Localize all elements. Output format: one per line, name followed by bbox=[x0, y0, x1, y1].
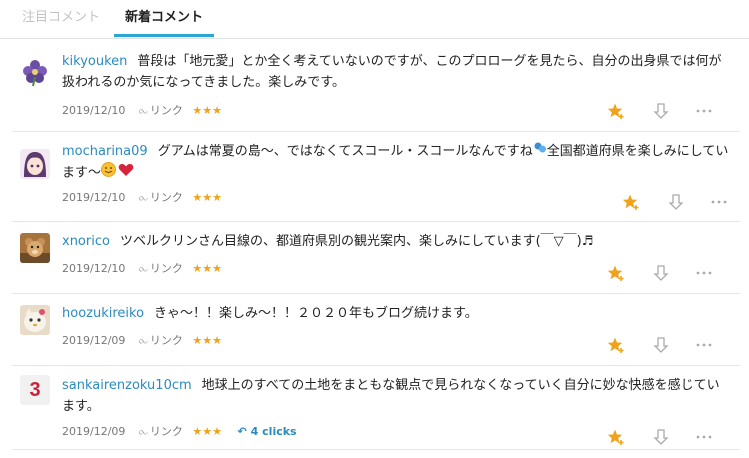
add-star-button[interactable] bbox=[606, 263, 626, 283]
more-icon bbox=[696, 435, 712, 439]
anime-girl-avatar[interactable] bbox=[20, 149, 50, 179]
comment-username[interactable]: mocharina09 bbox=[62, 144, 148, 159]
add-star-button[interactable] bbox=[621, 192, 641, 212]
flower-icon bbox=[20, 57, 50, 87]
more-icon bbox=[696, 271, 712, 275]
tab-featured-comments[interactable]: 注目コメント bbox=[22, 0, 100, 36]
more-icon bbox=[696, 109, 712, 113]
comment-username[interactable]: hoozukireiko bbox=[62, 306, 144, 321]
star-rating: ★★★ bbox=[192, 334, 222, 347]
comment-text: ツベルクリンさん目線の、都道府県別の観光案内、楽しみにしています(￣▽￣)♬ bbox=[119, 234, 594, 249]
comment-item: xnorico ツベルクリンさん目線の、都道府県別の観光案内、楽しみにしています(… bbox=[12, 221, 740, 294]
comment-date: 2019/12/09 bbox=[62, 334, 126, 347]
downvote-button[interactable] bbox=[651, 335, 671, 355]
comment-meta: 2019/12/10 ⧜ リンク ★★★ bbox=[62, 190, 222, 206]
more-options-button[interactable] bbox=[709, 192, 729, 212]
comment-username[interactable]: sankairenzoku10cm bbox=[62, 378, 192, 393]
tab-latest-comments[interactable]: 新着コメント bbox=[114, 0, 214, 37]
more-options-button[interactable] bbox=[694, 101, 714, 121]
downvote-button[interactable] bbox=[651, 427, 671, 447]
comment-date: 2019/12/10 bbox=[62, 104, 126, 117]
downvote-button[interactable] bbox=[651, 101, 671, 121]
teddy-bear-avatar[interactable] bbox=[20, 233, 50, 263]
thumb-down-icon bbox=[668, 194, 684, 210]
comment-date: 2019/12/10 bbox=[62, 262, 126, 275]
link-icon: ⧜ bbox=[138, 104, 148, 117]
link-icon: ⧜ bbox=[138, 262, 148, 275]
more-options-button[interactable] bbox=[694, 263, 714, 283]
reply-arrow-icon: ↶ bbox=[237, 425, 247, 438]
link-icon: ⧜ bbox=[138, 334, 148, 347]
comment-link[interactable]: リンク bbox=[150, 190, 183, 206]
star-rating: ★★★ bbox=[192, 262, 222, 275]
comment-username[interactable]: xnorico bbox=[62, 234, 110, 249]
number-avatar[interactable]: 3 bbox=[20, 375, 50, 405]
add-star-icon bbox=[607, 337, 624, 353]
comment-link[interactable]: リンク bbox=[150, 333, 183, 349]
add-star-button[interactable] bbox=[606, 427, 626, 447]
cat-icon bbox=[20, 305, 50, 335]
comment-item: 3 sankairenzoku10cm 地球上のすべての土地をまともな観点で見られ… bbox=[12, 365, 740, 450]
add-star-icon bbox=[607, 103, 624, 119]
add-star-icon bbox=[607, 429, 624, 445]
more-icon bbox=[696, 343, 712, 347]
comment-tabs: 注目コメント 新着コメント bbox=[0, 0, 749, 39]
add-star-icon bbox=[607, 265, 624, 281]
teddy-bear-icon bbox=[20, 233, 50, 263]
comment-date: 2019/12/09 bbox=[62, 425, 126, 438]
thumb-down-icon bbox=[653, 429, 669, 445]
balloon-emoji-icon bbox=[533, 141, 547, 162]
thumb-down-icon bbox=[653, 337, 669, 353]
add-star-button[interactable] bbox=[606, 101, 626, 121]
link-icon: ⧜ bbox=[138, 191, 148, 204]
clicks-count: 4 clicks bbox=[250, 425, 297, 438]
comment-item: hoozukireiko きゃ〜！！楽しみ〜！！２０２０年もブログ続けます。 20… bbox=[12, 293, 740, 366]
clicks-link[interactable]: ↶ 4 clicks bbox=[237, 424, 296, 440]
comment-text: グアムは常夏の島〜、ではなくてスコール・スコールなんですね bbox=[157, 144, 533, 159]
comment-username[interactable]: kikyouken bbox=[62, 54, 127, 69]
downvote-button[interactable] bbox=[666, 192, 686, 212]
link-icon: ⧜ bbox=[138, 425, 148, 438]
star-rating: ★★★ bbox=[192, 104, 222, 117]
avatar-number: 3 bbox=[29, 379, 41, 401]
comment-link[interactable]: リンク bbox=[150, 261, 183, 277]
flower-avatar[interactable] bbox=[20, 57, 50, 87]
more-options-button[interactable] bbox=[694, 335, 714, 355]
comment-item: kikyouken 普段は「地元愛」とか全く考えていないのですが、このプロローグを… bbox=[12, 51, 740, 132]
heart-emoji-icon bbox=[118, 163, 134, 184]
comment-text: 普段は「地元愛」とか全く考えていないのですが、このプロローグを見たら、自分の出身… bbox=[62, 54, 722, 90]
comment-actions bbox=[621, 192, 741, 212]
thumb-down-icon bbox=[653, 265, 669, 281]
more-icon bbox=[711, 200, 727, 204]
downvote-button[interactable] bbox=[651, 263, 671, 283]
comment-text: きゃ〜！！楽しみ〜！！２０２０年もブログ続けます。 bbox=[154, 306, 478, 321]
thumb-down-icon bbox=[653, 103, 669, 119]
comment-link[interactable]: リンク bbox=[150, 103, 183, 119]
comment-date: 2019/12/10 bbox=[62, 191, 126, 204]
comment-link[interactable]: リンク bbox=[150, 424, 183, 440]
cat-avatar[interactable] bbox=[20, 305, 50, 335]
smile-emoji-icon bbox=[101, 162, 117, 184]
add-star-button[interactable] bbox=[606, 335, 626, 355]
more-options-button[interactable] bbox=[694, 427, 714, 447]
anime-girl-icon bbox=[20, 149, 50, 179]
star-rating: ★★★ bbox=[192, 425, 222, 438]
star-rating: ★★★ bbox=[192, 191, 222, 204]
add-star-icon bbox=[622, 194, 639, 210]
